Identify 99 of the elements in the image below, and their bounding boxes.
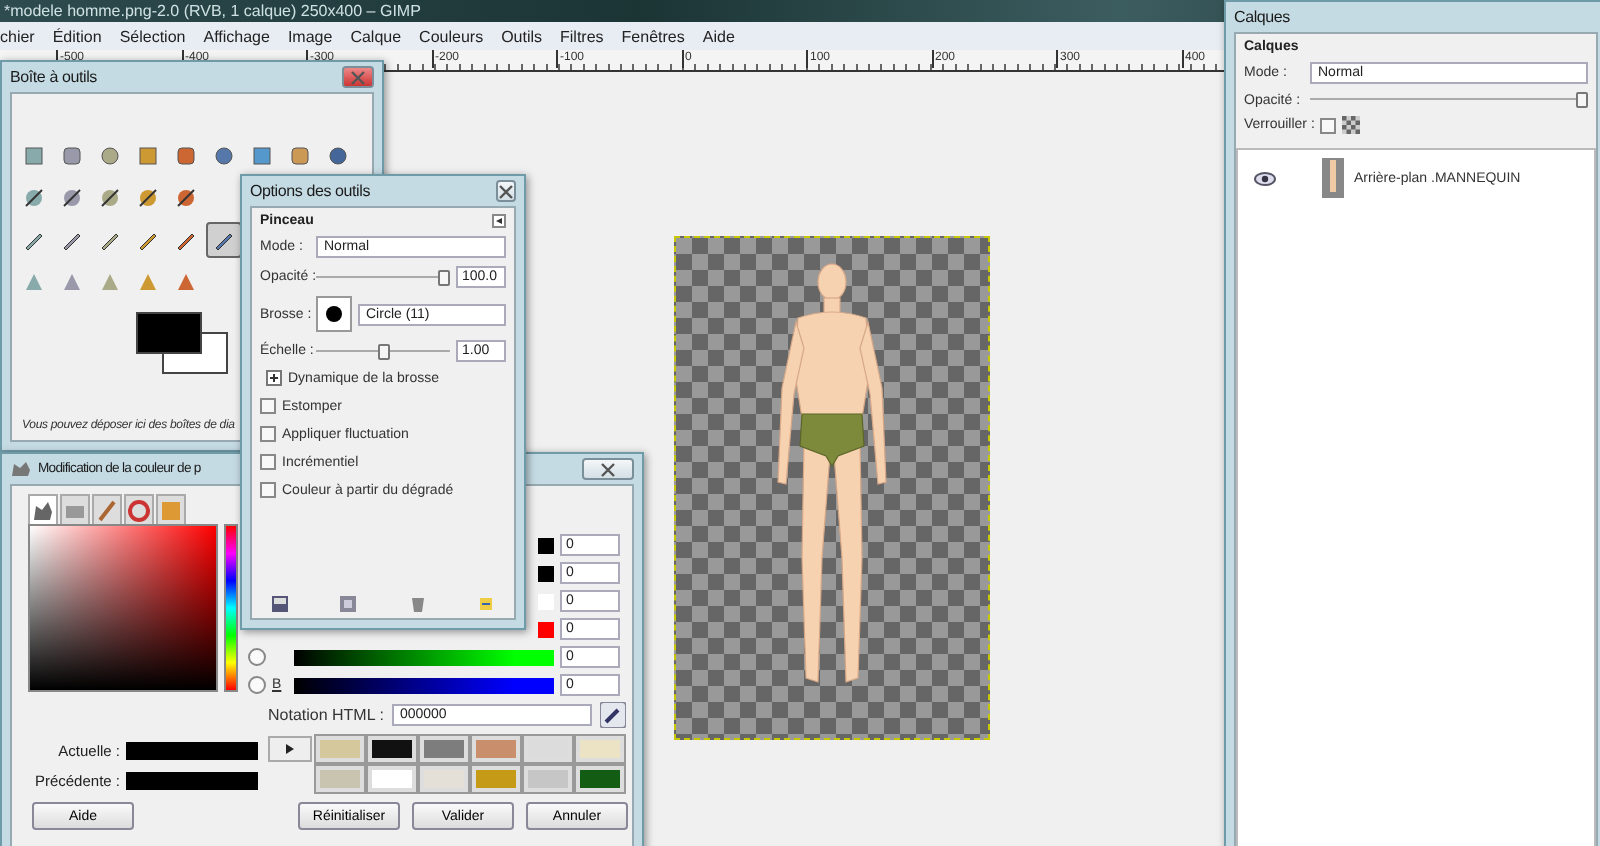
tool-icon [174, 228, 198, 252]
radio-button[interactable] [248, 676, 266, 694]
color-swatch[interactable] [420, 766, 468, 792]
window-title: *modele homme.png-2.0 (RVB, 1 calque) 250x400 – GIMP [4, 2, 421, 20]
panel-title: Calques [1234, 8, 1290, 26]
tool-icon [22, 270, 46, 294]
slider-thumb[interactable] [377, 343, 389, 359]
menu-item[interactable]: Sélection [119, 27, 186, 45]
checker-icon [1342, 116, 1361, 134]
radio-button[interactable] [248, 648, 266, 666]
menu-item[interactable]: Outils [501, 27, 543, 45]
brush-icon [96, 499, 118, 521]
tool-icon [60, 144, 84, 168]
color-swatch[interactable] [368, 736, 416, 762]
hue-strip[interactable] [224, 524, 238, 692]
trash-icon[interactable] [409, 596, 426, 612]
close-icon [498, 183, 514, 199]
tool-button[interactable] [206, 222, 242, 258]
tool-icon [60, 186, 84, 210]
close-button[interactable] [496, 180, 516, 202]
color-swatch[interactable] [576, 766, 624, 792]
tool-icon [98, 144, 122, 168]
menu-item[interactable]: Aide [702, 27, 735, 45]
selector-tab[interactable] [124, 494, 154, 524]
scale-slider[interactable] [316, 343, 450, 359]
tool-icon [250, 144, 274, 168]
tool-icon [136, 270, 160, 294]
previous-color [126, 772, 258, 790]
tool-icon [174, 144, 198, 168]
checkbox[interactable] [260, 426, 276, 442]
lock-checkbox[interactable] [1320, 117, 1337, 133]
color-swatch[interactable] [472, 766, 520, 792]
tool-icon [136, 186, 160, 210]
color-swatch[interactable] [524, 766, 572, 792]
html-notation-label: Notation HTML : [268, 706, 384, 724]
arrow-icon [286, 744, 294, 754]
window-title: Options des outils [250, 182, 370, 200]
tool-icon [212, 144, 236, 168]
expander-toggle[interactable] [266, 370, 282, 386]
plus-icon [270, 374, 278, 382]
tool-icon [22, 186, 46, 210]
save-icon[interactable] [272, 596, 288, 612]
slider-thumb[interactable] [1576, 92, 1588, 108]
checkbox[interactable] [260, 482, 276, 498]
window-title: Boîte à outils [10, 68, 97, 86]
tool-icon [174, 186, 198, 210]
selector-tab[interactable] [28, 494, 58, 524]
tool-icon [288, 144, 312, 168]
close-icon [350, 69, 366, 85]
opacity-slider[interactable] [316, 269, 450, 285]
color-swatch[interactable] [368, 766, 416, 792]
tool-icon [22, 228, 46, 252]
menu-item[interactable]: Calque [350, 27, 402, 45]
close-button[interactable] [342, 66, 374, 88]
menu-item[interactable]: Couleurs [419, 27, 484, 45]
tool-icon [326, 144, 350, 168]
eye-icon[interactable] [1254, 171, 1276, 185]
color-wheel-icon [128, 499, 150, 521]
color-swatch[interactable] [524, 736, 572, 762]
menu-item[interactable]: Fenêtres [621, 27, 685, 45]
tool-icon [212, 228, 236, 252]
color-swatch[interactable] [316, 766, 364, 792]
channel-bar[interactable] [538, 565, 554, 581]
tool-icon [98, 228, 122, 252]
checkbox[interactable] [260, 398, 276, 414]
layer-thumbnail [1322, 158, 1344, 198]
color-swatch[interactable] [316, 736, 364, 762]
current-color [126, 742, 258, 760]
channel-bar[interactable] [538, 537, 554, 553]
menu-item[interactable]: Édition [52, 27, 102, 45]
tool-icon [136, 144, 160, 168]
menu-item[interactable]: Filtres [560, 27, 604, 45]
history-arrow-button[interactable] [268, 736, 312, 762]
foreground-background-colors-icon[interactable] [136, 312, 228, 376]
menu-item[interactable]: Image [287, 27, 333, 45]
tool-icon [98, 186, 122, 210]
tool-icon [174, 270, 198, 294]
tool-icon [136, 228, 160, 252]
menu-arrow-icon[interactable] [492, 214, 506, 228]
channel-bar[interactable] [294, 649, 554, 665]
opacity-slider[interactable] [1310, 92, 1588, 108]
menu-item[interactable]: chier [0, 27, 35, 45]
brush-preview[interactable] [316, 296, 352, 332]
selector-tab[interactable] [92, 494, 122, 524]
menu-item[interactable]: Affichage [203, 27, 270, 45]
color-swatch[interactable] [576, 736, 624, 762]
close-button[interactable] [582, 458, 634, 480]
tool-icon [98, 270, 122, 294]
tool-icon [60, 228, 84, 252]
color-swatch[interactable] [420, 736, 468, 762]
channel-bar[interactable] [294, 677, 554, 693]
color-swatch[interactable] [472, 736, 520, 762]
close-icon [600, 461, 616, 477]
checkbox[interactable] [260, 454, 276, 470]
color-square[interactable] [28, 524, 218, 692]
eyedropper-icon[interactable] [599, 702, 626, 728]
tool-icon [60, 270, 84, 294]
tool-icon [22, 144, 46, 168]
slider-thumb[interactable] [438, 269, 450, 285]
